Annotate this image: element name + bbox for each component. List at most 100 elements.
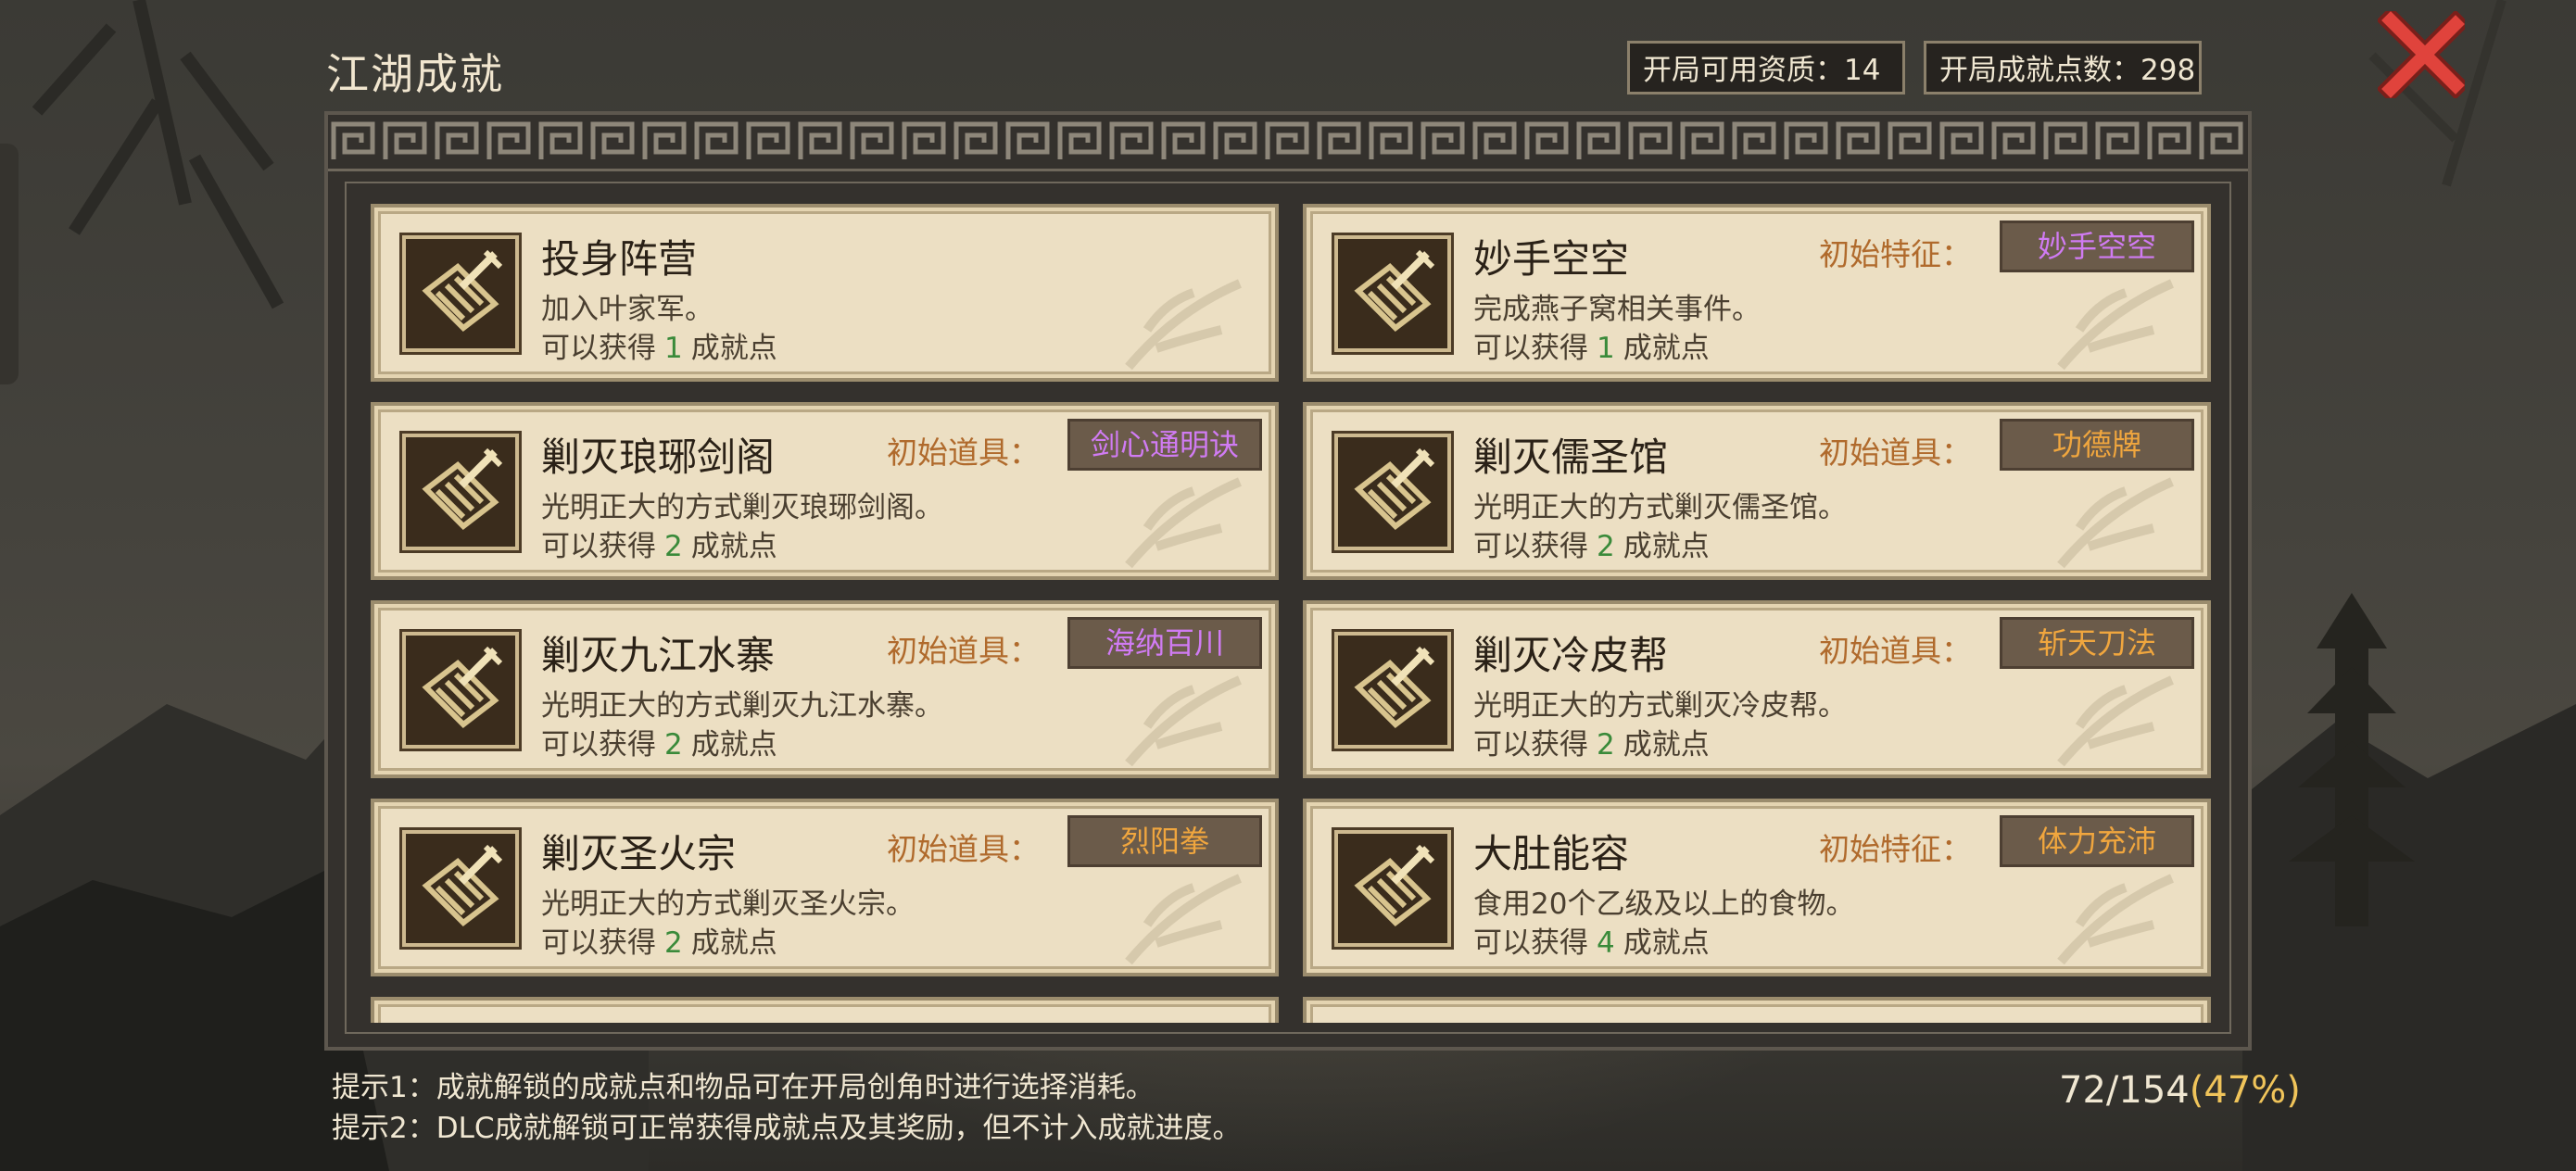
reward-suffix: 成就点 [1623, 332, 1710, 365]
bamboo-leaf-icon [1125, 675, 1242, 767]
side-tab[interactable] [0, 144, 19, 384]
scroll-sword-icon [406, 834, 515, 943]
hint-line-2: 提示2：DLC成就解锁可正常获得成就点及其奖励，但不计入成就进度。 [332, 1112, 1242, 1145]
reward-type-label: 初始道具： [1819, 633, 1972, 669]
reward-points: 2 [664, 530, 683, 563]
progress-count: 72/154 [2059, 1069, 2190, 1112]
achievement-description: 光明正大的方式剿灭圣火宗。 [541, 888, 915, 921]
close-x-icon [2376, 6, 2470, 104]
scroll-sword-icon [1338, 437, 1447, 547]
achievement-points-label: 开局成就点数： [1939, 54, 2140, 87]
available-points-badge: 开局可用资质：14 [1627, 41, 1905, 94]
bamboo-leaf-icon [2057, 874, 2174, 965]
reward-type-label: 初始特征： [1819, 831, 1972, 867]
achievement-description: 加入叶家军。 [541, 293, 713, 326]
bamboo-leaf-icon [1125, 874, 1242, 965]
reward-points: 2 [1597, 728, 1615, 762]
bamboo-leaf-icon [2057, 675, 2174, 767]
achievement-reward: 可以获得 2 成就点 [541, 721, 777, 762]
achievement-card[interactable]: 大肚能容 初始特征： 体力充沛 食用20个乙级及以上的食物。 可以获得 4 成就点 [1303, 799, 2211, 976]
reward-prefix: 可以获得 [1473, 728, 1588, 762]
scroll-sword-icon [1338, 834, 1447, 943]
achievement-reward: 可以获得 2 成就点 [541, 523, 777, 564]
achievement-reward: 可以获得 4 成就点 [1473, 919, 1710, 961]
page-title: 江湖成就 [326, 49, 504, 99]
reward-item-badge[interactable]: 剑心通明诀 [1067, 419, 1262, 471]
achievement-reward: 可以获得 1 成就点 [1473, 324, 1710, 366]
achievement-card[interactable]: 妙手空空 初始特征： 妙手空空 完成燕子窝相关事件。 可以获得 1 成就点 [1303, 204, 2211, 382]
reward-prefix: 可以获得 [541, 728, 656, 762]
reward-prefix: 可以获得 [1473, 332, 1588, 365]
achievement-card[interactable]: 剿灭儒圣馆 初始道具： 功德牌 光明正大的方式剿灭儒圣馆。 可以获得 2 成就点 [1303, 402, 2211, 580]
reward-item-badge[interactable]: 功德牌 [2000, 419, 2194, 471]
achievement-list[interactable]: 投身阵营 加入叶家军。 可以获得 1 成就点 妙手空空 初始特征： 妙手空空 完成燕… [352, 200, 2224, 1023]
reward-suffix: 成就点 [690, 530, 777, 563]
achievement-card-partial[interactable] [371, 997, 1279, 1023]
bamboo-leaf-icon [2057, 477, 2174, 569]
achievement-card[interactable]: 剿灭九江水寨 初始道具： 海纳百川 光明正大的方式剿灭九江水寨。 可以获得 2 成就… [371, 600, 1279, 778]
reward-suffix: 成就点 [690, 926, 777, 960]
reward-points: 4 [1597, 926, 1615, 960]
panel-border-pattern [328, 115, 2248, 171]
reward-points: 2 [1597, 530, 1615, 563]
scroll-sword-icon [406, 636, 515, 745]
reward-suffix: 成就点 [690, 728, 777, 762]
reward-prefix: 可以获得 [1473, 530, 1588, 563]
reward-suffix: 成就点 [1623, 926, 1710, 960]
completion-progress: 72/154(47%) [2059, 1069, 2301, 1112]
achievement-description: 光明正大的方式剿灭九江水寨。 [541, 689, 943, 723]
reward-prefix: 可以获得 [1473, 926, 1588, 960]
available-points-label: 开局可用资质： [1643, 54, 1844, 87]
reward-prefix: 可以获得 [541, 926, 656, 960]
scroll-sword-icon [1338, 636, 1447, 745]
reward-type-label: 初始道具： [1819, 434, 1972, 471]
reward-item-badge[interactable]: 斩天刀法 [2000, 617, 2194, 669]
achievement-points-value: 298 [2140, 54, 2196, 87]
reward-type-label: 初始道具： [887, 633, 1040, 669]
hint-line-1: 提示1：成就解锁的成就点和物品可在开局创角时进行选择消耗。 [332, 1071, 1155, 1104]
available-points-value: 14 [1844, 54, 1881, 87]
achievement-card[interactable]: 剿灭琅琊剑阁 初始道具： 剑心通明诀 光明正大的方式剿灭琅琊剑阁。 可以获得 2 成… [371, 402, 1279, 580]
reward-type-label: 初始道具： [887, 434, 1040, 471]
reward-suffix: 成就点 [1623, 530, 1710, 563]
achievement-title: 妙手空空 [1473, 236, 1630, 282]
achievement-description: 光明正大的方式剿灭冷皮帮。 [1473, 689, 1847, 723]
achievement-reward: 可以获得 2 成就点 [1473, 721, 1710, 762]
progress-percent: (47%) [2189, 1069, 2301, 1112]
achievement-title: 剿灭琅琊剑阁 [541, 434, 776, 480]
close-button[interactable] [2376, 6, 2470, 104]
achievement-points-badge: 开局成就点数：298 [1924, 41, 2202, 94]
reward-prefix: 可以获得 [541, 332, 656, 365]
achievement-card[interactable]: 剿灭圣火宗 初始道具： 烈阳拳 光明正大的方式剿灭圣火宗。 可以获得 2 成就点 [371, 799, 1279, 976]
achievement-description: 完成燕子窝相关事件。 [1473, 293, 1761, 326]
achievement-description: 食用20个乙级及以上的食物。 [1473, 888, 1855, 921]
scroll-sword-icon [1338, 239, 1447, 348]
achievement-card[interactable]: 剿灭冷皮帮 初始道具： 斩天刀法 光明正大的方式剿灭冷皮帮。 可以获得 2 成就点 [1303, 600, 2211, 778]
bamboo-leaf-icon [1125, 279, 1242, 371]
reward-prefix: 可以获得 [541, 530, 656, 563]
achievement-reward: 可以获得 2 成就点 [541, 919, 777, 961]
achievement-reward: 可以获得 2 成就点 [1473, 523, 1710, 564]
reward-type-label: 初始特征： [1819, 236, 1972, 272]
reward-suffix: 成就点 [690, 332, 777, 365]
achievement-reward: 可以获得 1 成就点 [541, 324, 777, 366]
bamboo-leaf-icon [2057, 279, 2174, 371]
achievement-card-partial[interactable] [1303, 997, 2211, 1023]
reward-item-badge[interactable]: 妙手空空 [2000, 220, 2194, 272]
scroll-sword-icon [406, 437, 515, 547]
reward-points: 1 [664, 332, 683, 365]
achievement-description: 光明正大的方式剿灭琅琊剑阁。 [541, 491, 943, 524]
reward-item-badge[interactable]: 烈阳拳 [1067, 815, 1262, 867]
achievement-title: 投身阵营 [541, 236, 698, 282]
achievement-title: 剿灭圣火宗 [541, 831, 737, 876]
scroll-sword-icon [406, 239, 515, 348]
reward-item-badge[interactable]: 海纳百川 [1067, 617, 1262, 669]
reward-points: 2 [664, 926, 683, 960]
reward-item-badge[interactable]: 体力充沛 [2000, 815, 2194, 867]
achievement-title: 剿灭九江水寨 [541, 633, 776, 678]
achievement-title: 剿灭儒圣馆 [1473, 434, 1669, 480]
reward-type-label: 初始道具： [887, 831, 1040, 867]
reward-suffix: 成就点 [1623, 728, 1710, 762]
achievement-card[interactable]: 投身阵营 加入叶家军。 可以获得 1 成就点 [371, 204, 1279, 382]
achievement-title: 大肚能容 [1473, 831, 1630, 876]
